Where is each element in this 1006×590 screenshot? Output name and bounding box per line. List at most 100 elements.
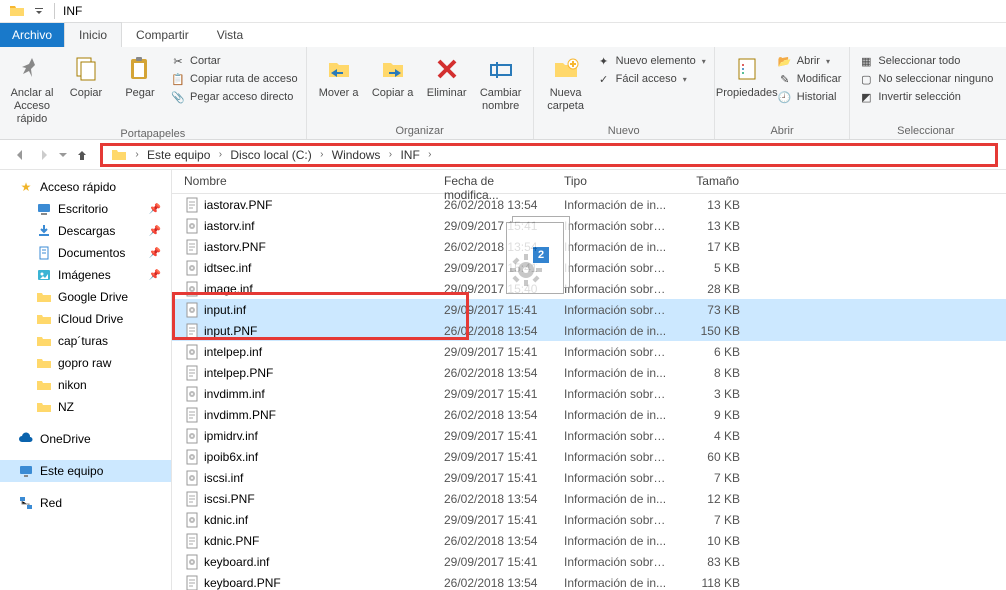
chevron-right-icon[interactable]: › — [214, 149, 226, 160]
file-type-cell: Información sobre... — [556, 387, 676, 401]
file-size-cell: 17 KB — [676, 240, 756, 254]
file-row[interactable]: keyboard.inf29/09/2017 15:41Información … — [172, 551, 1006, 572]
forward-button[interactable] — [32, 143, 56, 167]
column-name[interactable]: Nombre — [172, 170, 436, 193]
select-none-button[interactable]: ▢No seleccionar ninguno — [858, 71, 993, 87]
file-row[interactable]: input.PNF26/02/2018 13:54Información de … — [172, 320, 1006, 341]
file-type-cell: Información sobre... — [556, 555, 676, 569]
rename-icon — [485, 53, 517, 85]
move-to-button[interactable]: Mover a — [315, 51, 363, 100]
sidebar-item[interactable]: Documentos📌 — [0, 242, 171, 264]
copy-button[interactable]: Copiar — [62, 51, 110, 100]
sidebar-onedrive[interactable]: OneDrive — [0, 428, 171, 450]
file-row[interactable]: ipoib6x.inf29/09/2017 15:41Información s… — [172, 446, 1006, 467]
file-icon — [184, 239, 200, 255]
file-name-cell: iscsi.PNF — [172, 491, 436, 507]
sidebar-item[interactable]: Escritorio📌 — [0, 198, 171, 220]
file-row[interactable]: invdimm.PNF26/02/2018 13:54Información d… — [172, 404, 1006, 425]
file-type-cell: Información sobre... — [556, 513, 676, 527]
tab-share[interactable]: Compartir — [122, 23, 203, 47]
chevron-right-icon[interactable]: › — [384, 149, 396, 160]
sidebar-item-label: Escritorio — [58, 202, 108, 216]
sidebar-item[interactable]: iCloud Drive — [0, 308, 171, 330]
chevron-right-icon[interactable]: › — [131, 149, 143, 160]
file-type-cell: Información sobre... — [556, 261, 676, 275]
easy-access-button[interactable]: ✓Fácil acceso▾ — [596, 71, 706, 87]
sidebar-quickaccess[interactable]: ★ Acceso rápido — [0, 176, 171, 198]
file-row[interactable]: iscsi.inf29/09/2017 15:41Información sob… — [172, 467, 1006, 488]
breadcrumb-segment[interactable]: Disco local (C:) — [226, 148, 315, 162]
file-row[interactable]: ipmidrv.inf29/09/2017 15:41Información s… — [172, 425, 1006, 446]
file-row[interactable]: intelpep.inf29/09/2017 15:41Información … — [172, 341, 1006, 362]
file-name-cell: invdimm.inf — [172, 386, 436, 402]
copy-path-button[interactable]: 📋Copiar ruta de acceso — [170, 71, 298, 87]
sidebar-item[interactable]: NZ — [0, 396, 171, 418]
file-row[interactable]: kdnic.inf29/09/2017 15:41Información sob… — [172, 509, 1006, 530]
chevron-right-icon[interactable]: › — [316, 149, 328, 160]
file-row[interactable]: intelpep.PNF26/02/2018 13:54Información … — [172, 362, 1006, 383]
copy-to-button[interactable]: Copiar a — [369, 51, 417, 100]
select-all-button[interactable]: ▦Seleccionar todo — [858, 53, 993, 69]
column-type[interactable]: Tipo — [556, 170, 676, 193]
pin-icon: 📌 — [149, 270, 161, 281]
folder-icon — [36, 311, 52, 327]
breadcrumb-segment[interactable]: INF — [396, 148, 423, 162]
tab-file[interactable]: Archivo — [0, 23, 64, 47]
file-icon — [184, 386, 200, 402]
file-row[interactable]: iscsi.PNF26/02/2018 13:54Información de … — [172, 488, 1006, 509]
file-row[interactable]: kdnic.PNF26/02/2018 13:54Información de … — [172, 530, 1006, 551]
tab-view[interactable]: Vista — [203, 23, 257, 47]
file-name: kdnic.PNF — [204, 534, 259, 548]
chevron-right-icon[interactable]: › — [424, 149, 436, 160]
recent-dropdown[interactable] — [56, 143, 70, 167]
file-name: ipmidrv.inf — [204, 429, 258, 443]
file-row[interactable]: input.inf29/09/2017 15:41Información sob… — [172, 299, 1006, 320]
file-name-cell: idtsec.inf — [172, 260, 436, 276]
cut-button[interactable]: ✂Cortar — [170, 53, 298, 69]
file-name: intelpep.PNF — [204, 366, 273, 380]
modify-button[interactable]: ✎Modificar — [777, 71, 842, 87]
file-row[interactable]: image.inf29/09/2017 15:40Información sob… — [172, 278, 1006, 299]
pin-quickaccess-button[interactable]: Anclar al Acceso rápido — [8, 51, 56, 126]
sidebar-item[interactable]: gopro raw — [0, 352, 171, 374]
sidebar-item[interactable]: Imágenes📌 — [0, 264, 171, 286]
tab-home[interactable]: Inicio — [64, 22, 122, 47]
folder-icon — [6, 0, 28, 22]
history-button[interactable]: 🕘Historial — [777, 89, 842, 105]
ribbon-tabs: Archivo Inicio Compartir Vista — [0, 23, 1006, 47]
file-icon — [184, 281, 200, 297]
file-row[interactable]: iastorv.PNF26/02/2018 13:54Información d… — [172, 236, 1006, 257]
sidebar-thispc[interactable]: Este equipo — [0, 460, 171, 482]
sidebar-item[interactable]: Google Drive — [0, 286, 171, 308]
qat-dropdown-icon[interactable] — [28, 0, 50, 22]
breadcrumb-segment[interactable]: Este equipo — [143, 148, 214, 162]
back-button[interactable] — [8, 143, 32, 167]
sidebar-item[interactable]: Descargas📌 — [0, 220, 171, 242]
file-row[interactable]: iastorv.inf29/09/2017 15:41Información s… — [172, 215, 1006, 236]
paste-shortcut-button[interactable]: 📎Pegar acceso directo — [170, 89, 298, 105]
up-button[interactable] — [70, 143, 94, 167]
column-date[interactable]: Fecha de modifica... — [436, 170, 556, 193]
invert-selection-button[interactable]: ◩Invertir selección — [858, 89, 993, 105]
paste-button[interactable]: Pegar — [116, 51, 164, 100]
open-button[interactable]: 📂Abrir▾ — [777, 53, 842, 69]
easyaccess-icon: ✓ — [596, 71, 612, 87]
rename-button[interactable]: Cambiar nombre — [477, 51, 525, 113]
file-row[interactable]: keyboard.PNF26/02/2018 13:54Información … — [172, 572, 1006, 590]
new-item-button[interactable]: ✦Nuevo elemento▾ — [596, 53, 706, 69]
file-row[interactable]: iastorav.PNF26/02/2018 13:54Información … — [172, 194, 1006, 215]
breadcrumb[interactable]: › Este equipo › Disco local (C:) › Windo… — [100, 143, 998, 167]
sidebar-network[interactable]: Red — [0, 492, 171, 514]
folder-root-icon[interactable] — [107, 147, 131, 163]
file-name: keyboard.PNF — [204, 576, 281, 590]
sidebar-item[interactable]: cap´turas — [0, 330, 171, 352]
new-folder-button[interactable]: Nueva carpeta — [542, 51, 590, 113]
delete-button[interactable]: Eliminar — [423, 51, 471, 100]
column-size[interactable]: Tamaño — [676, 170, 756, 193]
file-row[interactable]: invdimm.inf29/09/2017 15:41Información s… — [172, 383, 1006, 404]
breadcrumb-segment[interactable]: Windows — [328, 148, 385, 162]
file-row[interactable]: idtsec.inf29/09/2017 15:41Información so… — [172, 257, 1006, 278]
properties-button[interactable]: Propiedades — [723, 51, 771, 100]
sidebar-item[interactable]: nikon — [0, 374, 171, 396]
separator — [54, 3, 55, 19]
